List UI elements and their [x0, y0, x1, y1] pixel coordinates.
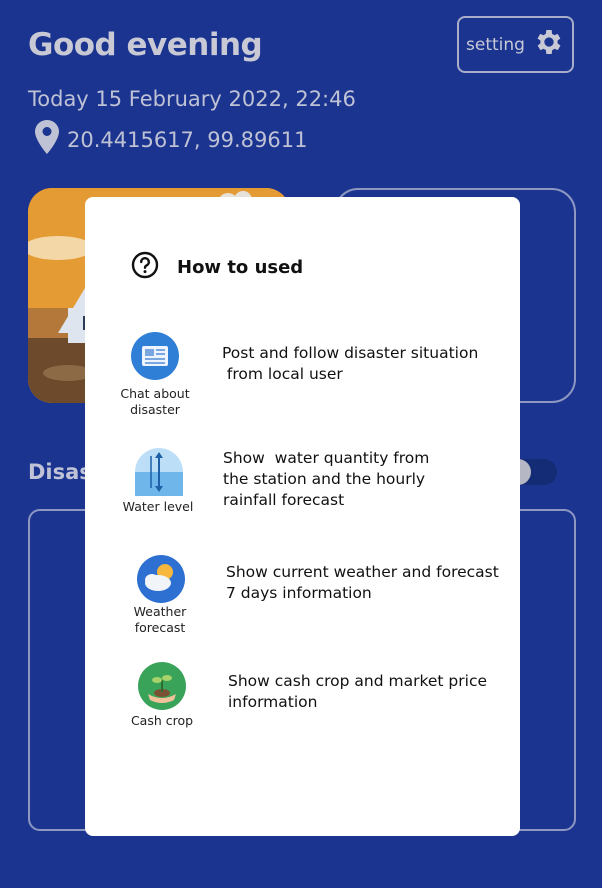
- news-icon[interactable]: [131, 332, 179, 380]
- plant-icon[interactable]: [138, 662, 186, 710]
- item-desc-weather: Show current weather and forecast 7 days…: [226, 563, 499, 602]
- location-row: 20.4415617, 99.89611: [35, 120, 307, 159]
- item-desc-chat: Post and follow disaster situation from …: [222, 344, 479, 383]
- settings-label: setting: [466, 34, 525, 55]
- settings-button[interactable]: setting: [457, 16, 574, 73]
- current-datetime: Today 15 February 2022, 22:46: [28, 87, 356, 111]
- coordinates-text: 20.4415617, 99.89611: [67, 127, 308, 152]
- gear-icon: [533, 26, 565, 63]
- water-level-icon[interactable]: [135, 448, 183, 496]
- help-icon: [131, 251, 159, 283]
- item-label-crop: Cash crop: [130, 713, 194, 728]
- greeting-title: Good evening: [28, 27, 263, 63]
- modal-header: How to used: [131, 251, 303, 283]
- item-label-water: Water level: [122, 499, 194, 514]
- modal-title: How to used: [177, 256, 304, 278]
- help-modal: How to used Chat about disaster Post and…: [85, 197, 520, 836]
- item-desc-crop: Show cash crop and market price informat…: [228, 672, 487, 711]
- item-label-chat: Chat about disaster: [120, 386, 190, 417]
- weather-icon[interactable]: [137, 555, 185, 603]
- item-label-weather: Weather forecast: [133, 604, 187, 635]
- map-pin-icon: [35, 120, 59, 159]
- item-desc-water: Show water quantity from the station and…: [223, 449, 430, 509]
